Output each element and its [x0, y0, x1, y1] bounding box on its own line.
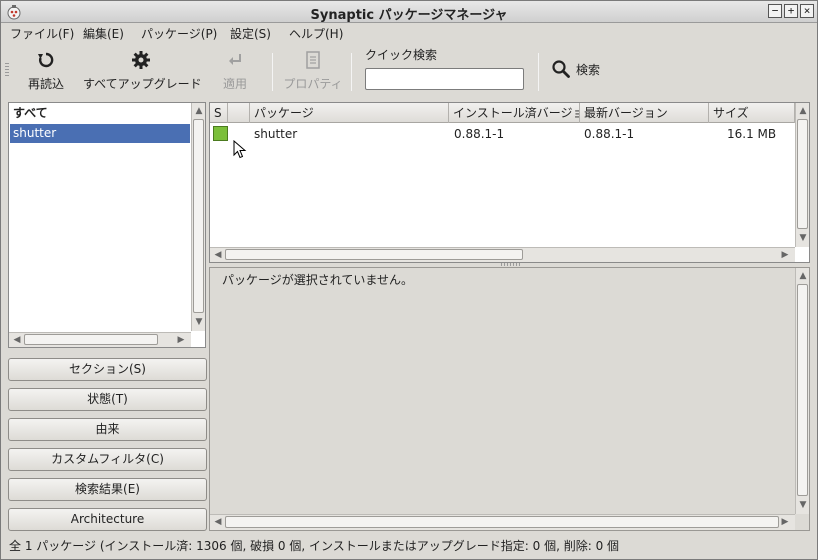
scroll-left-arrow-icon[interactable]: ◀ — [212, 516, 224, 528]
origin-button[interactable]: 由来 — [8, 418, 207, 441]
upgrade-all-label: すべてアップグレード — [83, 77, 202, 91]
scroll-thumb[interactable] — [797, 119, 808, 229]
synaptic-window: Synaptic パッケージマネージャ − + × ファイル(F) 編集(E) … — [0, 0, 818, 560]
menu-help[interactable]: ヘルプ(H) — [289, 25, 343, 42]
status-text: 全 1 パッケージ (インストール済: 1306 個, 破損 0 個, インスト… — [9, 539, 620, 553]
mouse-pointer-icon — [233, 139, 247, 163]
menu-package[interactable]: パッケージ(P) — [141, 25, 217, 42]
status-bar: 全 1 パッケージ (インストール済: 1306 個, 破損 0 個, インスト… — [1, 535, 817, 557]
filter-list: すべて shutter ▲ ▼ ◀ ▶ — [8, 102, 206, 348]
scroll-up-arrow-icon[interactable]: ▲ — [193, 105, 205, 117]
installed-version-cell: 0.88.1-1 — [454, 127, 505, 141]
table-header: S パッケージ インストール済バージョン 最新バージョン サイズ — [210, 103, 795, 123]
apply-label: 適用 — [222, 77, 247, 91]
gear-icon — [83, 49, 199, 71]
upgrade-all-button[interactable]: すべてアップグレード — [83, 49, 202, 92]
maximize-button[interactable]: + — [784, 4, 798, 18]
properties-icon — [281, 49, 345, 71]
package-table: S パッケージ インストール済バージョン 最新バージョン サイズ shutter… — [209, 102, 810, 263]
architecture-button[interactable]: Architecture — [8, 508, 207, 531]
properties-label: プロパティ — [283, 77, 343, 91]
scroll-right-arrow-icon[interactable]: ▶ — [779, 516, 791, 528]
minimize-button[interactable]: − — [768, 4, 782, 18]
package-name-cell: shutter — [254, 127, 298, 141]
scroll-left-arrow-icon[interactable]: ◀ — [11, 334, 23, 346]
search-results-button[interactable]: 検索結果(E) — [8, 478, 207, 501]
scroll-down-arrow-icon[interactable]: ▼ — [193, 316, 205, 328]
custom-filters-button[interactable]: カスタムフィルタ(C) — [8, 448, 207, 471]
quick-search-label: クイック検索 — [365, 48, 438, 62]
toolbar-separator — [538, 53, 539, 91]
package-table-horizontal-scrollbar[interactable]: ◀ ▶ — [210, 247, 795, 262]
reload-label: 再読込 — [27, 77, 64, 91]
scroll-thumb[interactable] — [797, 284, 808, 496]
apply-arrow-icon — [215, 49, 255, 71]
close-button[interactable]: × — [800, 4, 814, 18]
size-cell: 16.1 MB — [727, 127, 777, 141]
menu-settings[interactable]: 設定(S) — [230, 25, 271, 42]
installed-status-icon[interactable] — [213, 126, 228, 141]
filter-item-shutter[interactable]: shutter — [10, 124, 190, 143]
details-horizontal-scrollbar[interactable]: ◀ ▶ — [210, 514, 795, 530]
toolbar-separator — [351, 53, 352, 91]
filter-list-horizontal-scrollbar[interactable]: ◀ ▶ — [9, 332, 191, 347]
toolbar: 再読込 すべてアップグレード 適用 プロパティ クイック検索 検索 — [1, 43, 817, 98]
pane-splitter[interactable] — [501, 263, 521, 266]
scroll-down-arrow-icon[interactable]: ▼ — [797, 232, 809, 244]
reload-icon — [23, 49, 69, 71]
scroll-thumb[interactable] — [225, 516, 779, 528]
latest-version-cell: 0.88.1-1 — [584, 127, 635, 141]
search-label: 検索 — [576, 63, 601, 77]
properties-button[interactable]: プロパティ — [281, 49, 345, 92]
no-package-selected-message: パッケージが選択されていません。 — [222, 273, 414, 287]
package-table-vertical-scrollbar[interactable]: ▲ ▼ — [795, 103, 809, 247]
scroll-thumb[interactable] — [193, 119, 204, 313]
apply-button[interactable]: 適用 — [215, 49, 255, 92]
filter-item-all[interactable]: すべて — [10, 104, 190, 123]
window-title: Synaptic パッケージマネージャ — [310, 8, 508, 23]
scroll-thumb[interactable] — [24, 334, 158, 345]
menu-file[interactable]: ファイル(F) — [10, 25, 74, 42]
toolbar-grip[interactable] — [5, 63, 9, 77]
search-icon — [551, 59, 571, 82]
scroll-down-arrow-icon[interactable]: ▼ — [797, 499, 809, 511]
quick-search-input[interactable] — [365, 68, 524, 90]
column-header-blank[interactable] — [228, 103, 250, 123]
scroll-up-arrow-icon[interactable]: ▲ — [797, 270, 809, 282]
column-header-size[interactable]: サイズ — [709, 103, 795, 123]
menu-bar: ファイル(F) 編集(E) パッケージ(P) 設定(S) ヘルプ(H) — [1, 23, 817, 43]
column-header-package[interactable]: パッケージ — [250, 103, 449, 123]
scroll-right-arrow-icon[interactable]: ▶ — [779, 249, 791, 261]
scroll-thumb[interactable] — [225, 249, 523, 260]
scroll-right-arrow-icon[interactable]: ▶ — [175, 334, 187, 346]
reload-button[interactable]: 再読込 — [23, 49, 69, 92]
filter-list-vertical-scrollbar[interactable]: ▲ ▼ — [191, 103, 205, 331]
title-bar[interactable]: Synaptic パッケージマネージャ − + × — [1, 1, 817, 23]
scroll-up-arrow-icon[interactable]: ▲ — [797, 105, 809, 117]
toolbar-separator — [272, 53, 273, 91]
column-header-latest-version[interactable]: 最新バージョン — [580, 103, 709, 123]
scroll-left-arrow-icon[interactable]: ◀ — [212, 249, 224, 261]
package-details-pane: パッケージが選択されていません。 ▲ ▼ ◀ ▶ — [209, 267, 810, 531]
sections-button[interactable]: セクション(S) — [8, 358, 207, 381]
status-button[interactable]: 状態(T) — [8, 388, 207, 411]
menu-edit[interactable]: 編集(E) — [83, 25, 124, 42]
column-header-status[interactable]: S — [210, 103, 228, 123]
column-header-installed-version[interactable]: インストール済バージョン — [449, 103, 580, 123]
details-vertical-scrollbar[interactable]: ▲ ▼ — [795, 268, 809, 514]
